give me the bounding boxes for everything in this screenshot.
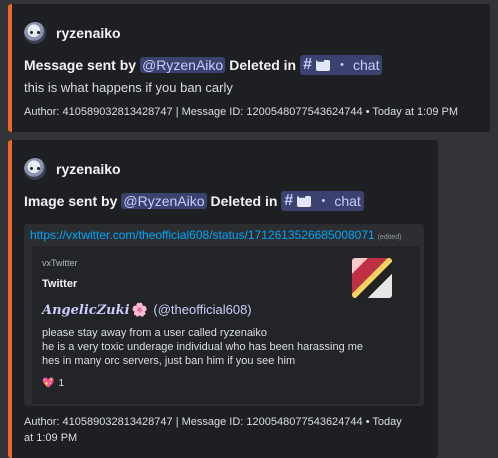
likes-value: 1 xyxy=(58,378,65,389)
footer-line-2: at 1:09 PM xyxy=(24,432,78,444)
embed-author: ryzenaiko xyxy=(24,22,121,44)
title-prefix: Message sent by xyxy=(24,57,137,73)
user-mention[interactable]: @RyzenAiko xyxy=(121,193,207,209)
tweet-text: please stay away from a user called ryze… xyxy=(42,327,364,367)
deleted-image-embed: ryzenaiko Image sent by @RyzenAiko Delet… xyxy=(8,140,438,458)
flower-icon: 🌸 xyxy=(131,302,148,317)
link-preview-embed: vxTwitter Twitter AngelicZuki 🌸 (@theoffi… xyxy=(28,246,420,404)
link-text[interactable]: https://vxtwitter.com/theofficial608/sta… xyxy=(30,228,375,242)
deleted-in-label: Deleted in xyxy=(210,193,278,209)
channel-name: chat xyxy=(353,57,380,73)
channel-mention[interactable]: # ・ chat xyxy=(281,191,364,211)
title-prefix: Image sent by xyxy=(24,193,118,209)
edited-label: (edited) xyxy=(377,234,402,241)
author-handle: (@theofficial608) xyxy=(153,302,252,317)
embed-title: Image sent by @RyzenAiko Deleted in # ・ … xyxy=(24,191,364,211)
chat-bubble-icon xyxy=(316,56,331,71)
author-name[interactable]: ryzenaiko xyxy=(56,25,121,41)
embed-author[interactable]: AngelicZuki 🌸 (@theofficial608) xyxy=(42,302,252,318)
embed-footer: Author: 410589032813428747 | Message ID:… xyxy=(24,106,459,118)
channel-hash-icon: # xyxy=(284,192,294,209)
channel-name: chat xyxy=(334,193,361,209)
footer-line-1: Author: 410589032813428747 | Message ID:… xyxy=(24,416,402,428)
channel-separator: ・ xyxy=(316,193,331,209)
author-display-name: AngelicZuki xyxy=(42,303,130,318)
message-text: this is what happens if you ban carly xyxy=(24,80,233,95)
message-content-box: https://vxtwitter.com/theofficial608/sta… xyxy=(24,224,424,406)
avatar[interactable] xyxy=(24,158,46,180)
chat-bubble-icon xyxy=(297,192,312,207)
channel-mention[interactable]: # ・ chat xyxy=(300,55,383,75)
author-name[interactable]: ryzenaiko xyxy=(56,161,121,177)
embed-author: ryzenaiko xyxy=(24,158,121,180)
channel-separator: ・ xyxy=(335,57,350,73)
deleted-message-embed: ryzenaiko Message sent by @RyzenAiko Del… xyxy=(8,4,490,132)
deleted-in-label: Deleted in xyxy=(229,57,297,73)
embed-title: Twitter xyxy=(42,278,78,290)
embed-provider[interactable]: vxTwitter xyxy=(42,258,78,268)
avatar[interactable] xyxy=(24,22,46,44)
user-mention[interactable]: @RyzenAiko xyxy=(140,57,226,73)
tweet-link[interactable]: https://vxtwitter.com/theofficial608/sta… xyxy=(30,228,401,242)
heart-icon: 💖 xyxy=(42,378,55,389)
embed-title: Message sent by @RyzenAiko Deleted in # … xyxy=(24,55,383,75)
profile-thumbnail[interactable] xyxy=(352,258,392,298)
channel-hash-icon: # xyxy=(303,56,313,73)
embed-footer: Author: 410589032813428747 | Message ID:… xyxy=(24,414,402,446)
likes-count: 💖 1 xyxy=(42,378,64,389)
